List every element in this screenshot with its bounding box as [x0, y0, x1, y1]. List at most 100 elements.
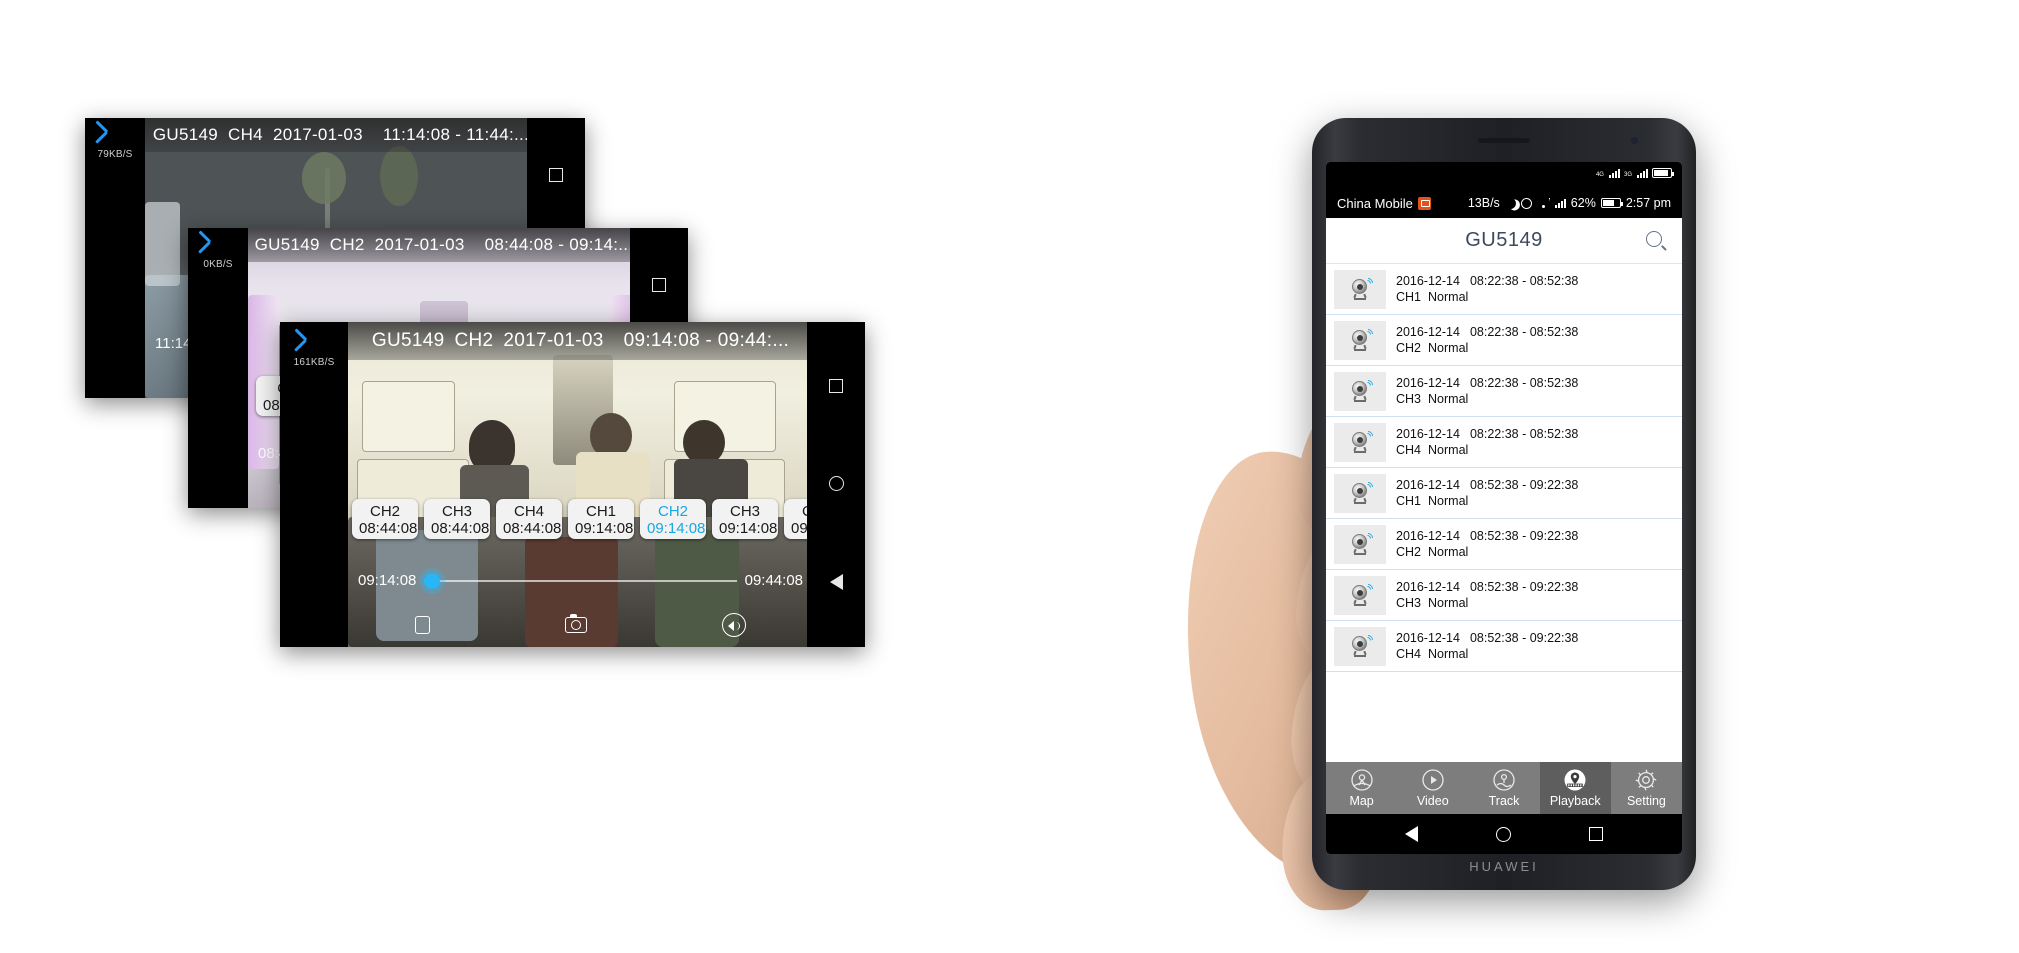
record-status: Normal	[1428, 596, 1469, 610]
playback-record-list[interactable]: 2016-12-14 08:22:38 - 08:52:38 CH1 Normal …	[1326, 264, 1682, 672]
network-type-label-2: 3G	[1623, 172, 1632, 178]
do-not-disturb-icon	[1503, 196, 1518, 211]
channel-chip[interactable]: CH3 09:14:08	[712, 499, 778, 539]
record-date: 2016-12-14	[1396, 631, 1460, 645]
record-date: 2016-12-14	[1396, 478, 1460, 492]
window3-channel-chips[interactable]: CH2 08:44:08 CH3 08:44:08 CH4 08:44:08 C…	[352, 499, 865, 539]
recents-icon[interactable]	[829, 379, 843, 394]
record-status: Normal	[1428, 443, 1469, 457]
record-range: 08:52:38 - 09:22:38	[1469, 478, 1579, 492]
record-text: 2016-12-14 08:22:38 - 08:52:38 CH1 Normal	[1396, 274, 1578, 304]
tab-track[interactable]: Track	[1468, 762, 1539, 814]
clock: 2:57 pm	[1625, 196, 1671, 210]
search-icon[interactable]	[1646, 230, 1666, 251]
recents-icon[interactable]	[1589, 827, 1603, 841]
snapshot-camera-icon[interactable]	[564, 614, 587, 633]
channel-chip[interactable]: CH1 09:14:08	[568, 499, 634, 539]
camera-icon	[1349, 431, 1371, 453]
back-nav-icon[interactable]	[1405, 826, 1418, 842]
record-thumbnail	[1334, 473, 1386, 513]
camera-icon	[1349, 533, 1371, 555]
alarm-icon	[1520, 197, 1532, 209]
back-icon[interactable]	[208, 236, 228, 256]
window3-seek-track[interactable]	[424, 572, 737, 589]
gear-icon	[1634, 768, 1658, 792]
volume-speaker-icon[interactable]	[721, 613, 746, 637]
recents-icon[interactable]	[549, 167, 563, 182]
home-icon[interactable]	[828, 475, 844, 491]
channel-chip[interactable]: CH4 08:44:08	[496, 499, 562, 539]
android-soft-nav[interactable]	[1326, 814, 1682, 854]
tab-map[interactable]: Map	[1326, 762, 1397, 814]
window1-title: GU5149 CH4 2017-01-03 11:14:08 - 11:44:...	[145, 118, 537, 152]
record-thumbnail	[1334, 422, 1386, 462]
window3-seek-thumb[interactable]	[424, 572, 441, 589]
network-type-label: 4G	[1595, 172, 1604, 178]
record-channel: CH1	[1396, 494, 1422, 508]
tab-setting[interactable]: Setting	[1611, 762, 1682, 814]
list-item[interactable]: 2016-12-14 08:22:38 - 08:52:38 CH1 Normal	[1326, 264, 1682, 315]
list-item[interactable]: 2016-12-14 08:52:38 - 09:22:38 CH3 Normal	[1326, 570, 1682, 621]
record-thumbnail	[1334, 626, 1386, 666]
window3-seek-start: 09:14:08	[358, 572, 417, 589]
battery-percent: 62%	[1570, 196, 1596, 210]
data-rate: 13B/s	[1467, 196, 1500, 210]
battery-icon	[1600, 198, 1623, 208]
tab-playback[interactable]: Playback	[1539, 762, 1611, 814]
home-icon[interactable]	[1496, 826, 1511, 842]
bottom-tab-bar[interactable]: Map Video Track Playback Setting	[1326, 762, 1682, 814]
back-icon[interactable]	[105, 126, 125, 146]
list-item[interactable]: 2016-12-14 08:22:38 - 08:52:38 CH3 Normal	[1326, 366, 1682, 417]
record-status: Normal	[1428, 545, 1469, 559]
record-thumbnail	[1334, 320, 1386, 360]
video-playback-window-3[interactable]: 161KB/S GU5149 CH2 2017-01-03 09:14:08 -…	[280, 322, 865, 647]
earpiece-speaker	[1478, 138, 1530, 143]
record-range: 08:22:38 - 08:52:38	[1469, 325, 1579, 339]
back-nav-icon[interactable]	[829, 573, 843, 590]
record-thumbnail	[1334, 575, 1386, 615]
record-thumbnail	[1334, 524, 1386, 564]
signal-indicators: 4G 3G	[1595, 168, 1674, 178]
window3-left-rail: 161KB/S	[280, 322, 348, 647]
record-thumbnail	[1334, 371, 1386, 411]
tab-video[interactable]: Video	[1397, 762, 1468, 814]
front-camera	[1631, 137, 1638, 144]
list-item[interactable]: 2016-12-14 08:22:38 - 08:52:38 CH2 Normal	[1326, 315, 1682, 366]
list-item[interactable]: 2016-12-14 08:52:38 - 09:22:38 CH1 Normal	[1326, 468, 1682, 519]
record-channel: CH2	[1396, 341, 1422, 355]
camera-icon	[1349, 278, 1371, 300]
record-range: 08:52:38 - 09:22:38	[1469, 631, 1579, 645]
signal-bars-sim2	[1637, 169, 1648, 178]
list-item[interactable]: 2016-12-14 08:22:38 - 08:52:38 CH4 Normal	[1326, 417, 1682, 468]
channel-chip[interactable]: CH3 08:44:08	[424, 499, 490, 539]
record-range: 08:22:38 - 08:52:38	[1469, 376, 1579, 390]
record-icon[interactable]	[415, 616, 431, 634]
window3-controls[interactable]	[348, 613, 813, 637]
list-item[interactable]: 2016-12-14 08:52:38 - 09:22:38 CH4 Normal	[1326, 621, 1682, 672]
record-date: 2016-12-14	[1396, 325, 1460, 339]
window3-title: GU5149 CH2 2017-01-03 09:14:08 - 09:44:...	[348, 322, 813, 360]
channel-chip-selected[interactable]: CH2 09:14:08	[640, 499, 706, 539]
record-text: 2016-12-14 08:22:38 - 08:52:38 CH3 Normal	[1396, 376, 1578, 406]
record-range: 08:52:38 - 09:22:38	[1469, 529, 1579, 543]
wifi-icon	[1537, 198, 1550, 208]
page-title: GU5149	[1465, 229, 1543, 251]
window3-seek-end: 09:44:08	[744, 572, 803, 589]
carrier-name: China Mobile	[1337, 195, 1413, 211]
window3-seek-bar[interactable]: 09:14:08 09:44:08	[348, 572, 813, 589]
record-date: 2016-12-14	[1396, 376, 1460, 390]
carrier-area: China Mobile	[1337, 196, 1431, 211]
phone-device: 4G 3G China Mobile 13B/s 62% 2:57 pm GU5…	[1312, 118, 1696, 890]
back-icon[interactable]	[304, 334, 324, 354]
window3-android-navbar[interactable]	[807, 322, 865, 647]
recents-icon[interactable]	[652, 277, 666, 292]
record-channel: CH3	[1396, 392, 1422, 406]
channel-chip[interactable]: CH2 08:44:08	[352, 499, 418, 539]
signal-bars-icon	[1554, 198, 1566, 208]
record-channel: CH4	[1396, 647, 1422, 661]
track-route-icon	[1492, 768, 1516, 792]
list-item[interactable]: 2016-12-14 08:52:38 - 09:22:38 CH2 Normal	[1326, 519, 1682, 570]
record-channel: CH3	[1396, 596, 1422, 610]
record-text: 2016-12-14 08:52:38 - 09:22:38 CH2 Normal	[1396, 529, 1578, 559]
record-range: 08:52:38 - 09:22:38	[1469, 580, 1579, 594]
